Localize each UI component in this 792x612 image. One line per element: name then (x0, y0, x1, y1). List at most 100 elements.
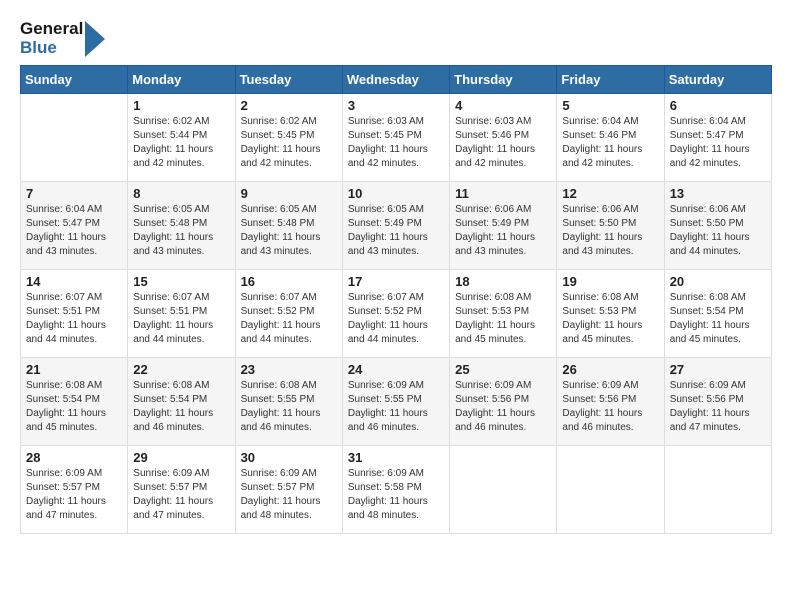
day-number: 20 (670, 274, 766, 289)
day-number: 18 (455, 274, 551, 289)
calendar-cell: 2 Sunrise: 6:02 AMSunset: 5:45 PMDayligh… (235, 94, 342, 182)
day-number: 19 (562, 274, 658, 289)
day-number: 28 (26, 450, 122, 465)
day-number: 23 (241, 362, 337, 377)
calendar-cell (664, 446, 771, 534)
day-info: Sunrise: 6:05 AMSunset: 5:48 PMDaylight:… (133, 203, 229, 259)
day-info: Sunrise: 6:06 AMSunset: 5:49 PMDaylight:… (455, 203, 551, 259)
weekday-header-row: SundayMondayTuesdayWednesdayThursdayFrid… (21, 66, 772, 94)
day-info: Sunrise: 6:09 AMSunset: 5:57 PMDaylight:… (26, 467, 122, 523)
weekday-header-saturday: Saturday (664, 66, 771, 94)
week-row-4: 21 Sunrise: 6:08 AMSunset: 5:54 PMDaylig… (21, 358, 772, 446)
day-info: Sunrise: 6:08 AMSunset: 5:53 PMDaylight:… (562, 291, 658, 347)
day-info: Sunrise: 6:09 AMSunset: 5:57 PMDaylight:… (241, 467, 337, 523)
day-number: 10 (348, 186, 444, 201)
day-number: 31 (348, 450, 444, 465)
calendar-cell: 18 Sunrise: 6:08 AMSunset: 5:53 PMDaylig… (450, 270, 557, 358)
day-info: Sunrise: 6:07 AMSunset: 5:52 PMDaylight:… (348, 291, 444, 347)
day-info: Sunrise: 6:08 AMSunset: 5:53 PMDaylight:… (455, 291, 551, 347)
calendar-cell: 5 Sunrise: 6:04 AMSunset: 5:46 PMDayligh… (557, 94, 664, 182)
calendar-cell: 31 Sunrise: 6:09 AMSunset: 5:58 PMDaylig… (342, 446, 449, 534)
day-info: Sunrise: 6:09 AMSunset: 5:58 PMDaylight:… (348, 467, 444, 523)
day-info: Sunrise: 6:06 AMSunset: 5:50 PMDaylight:… (562, 203, 658, 259)
calendar-cell: 20 Sunrise: 6:08 AMSunset: 5:54 PMDaylig… (664, 270, 771, 358)
calendar-cell: 16 Sunrise: 6:07 AMSunset: 5:52 PMDaylig… (235, 270, 342, 358)
weekday-header-tuesday: Tuesday (235, 66, 342, 94)
day-info: Sunrise: 6:09 AMSunset: 5:55 PMDaylight:… (348, 379, 444, 435)
day-number: 7 (26, 186, 122, 201)
weekday-header-sunday: Sunday (21, 66, 128, 94)
weekday-header-thursday: Thursday (450, 66, 557, 94)
calendar-cell: 6 Sunrise: 6:04 AMSunset: 5:47 PMDayligh… (664, 94, 771, 182)
calendar-cell: 14 Sunrise: 6:07 AMSunset: 5:51 PMDaylig… (21, 270, 128, 358)
day-info: Sunrise: 6:04 AMSunset: 5:46 PMDaylight:… (562, 115, 658, 171)
day-info: Sunrise: 6:07 AMSunset: 5:51 PMDaylight:… (133, 291, 229, 347)
calendar-cell: 24 Sunrise: 6:09 AMSunset: 5:55 PMDaylig… (342, 358, 449, 446)
logo: General Blue (20, 20, 105, 57)
day-info: Sunrise: 6:04 AMSunset: 5:47 PMDaylight:… (26, 203, 122, 259)
day-info: Sunrise: 6:06 AMSunset: 5:50 PMDaylight:… (670, 203, 766, 259)
calendar-cell: 17 Sunrise: 6:07 AMSunset: 5:52 PMDaylig… (342, 270, 449, 358)
day-number: 21 (26, 362, 122, 377)
day-info: Sunrise: 6:09 AMSunset: 5:56 PMDaylight:… (455, 379, 551, 435)
day-number: 9 (241, 186, 337, 201)
day-info: Sunrise: 6:09 AMSunset: 5:57 PMDaylight:… (133, 467, 229, 523)
day-number: 26 (562, 362, 658, 377)
day-number: 5 (562, 98, 658, 113)
calendar-cell: 29 Sunrise: 6:09 AMSunset: 5:57 PMDaylig… (128, 446, 235, 534)
day-number: 27 (670, 362, 766, 377)
day-info: Sunrise: 6:07 AMSunset: 5:52 PMDaylight:… (241, 291, 337, 347)
weekday-header-monday: Monday (128, 66, 235, 94)
day-number: 15 (133, 274, 229, 289)
day-info: Sunrise: 6:08 AMSunset: 5:54 PMDaylight:… (26, 379, 122, 435)
day-number: 24 (348, 362, 444, 377)
day-info: Sunrise: 6:07 AMSunset: 5:51 PMDaylight:… (26, 291, 122, 347)
day-info: Sunrise: 6:02 AMSunset: 5:44 PMDaylight:… (133, 115, 229, 171)
calendar-cell: 7 Sunrise: 6:04 AMSunset: 5:47 PMDayligh… (21, 182, 128, 270)
day-number: 4 (455, 98, 551, 113)
day-number: 12 (562, 186, 658, 201)
day-number: 2 (241, 98, 337, 113)
day-info: Sunrise: 6:05 AMSunset: 5:49 PMDaylight:… (348, 203, 444, 259)
calendar-cell: 19 Sunrise: 6:08 AMSunset: 5:53 PMDaylig… (557, 270, 664, 358)
day-info: Sunrise: 6:03 AMSunset: 5:45 PMDaylight:… (348, 115, 444, 171)
calendar-cell (557, 446, 664, 534)
calendar-cell: 26 Sunrise: 6:09 AMSunset: 5:56 PMDaylig… (557, 358, 664, 446)
calendar-cell: 10 Sunrise: 6:05 AMSunset: 5:49 PMDaylig… (342, 182, 449, 270)
day-info: Sunrise: 6:03 AMSunset: 5:46 PMDaylight:… (455, 115, 551, 171)
calendar-cell: 3 Sunrise: 6:03 AMSunset: 5:45 PMDayligh… (342, 94, 449, 182)
weekday-header-friday: Friday (557, 66, 664, 94)
day-number: 14 (26, 274, 122, 289)
calendar-cell: 4 Sunrise: 6:03 AMSunset: 5:46 PMDayligh… (450, 94, 557, 182)
calendar-cell: 8 Sunrise: 6:05 AMSunset: 5:48 PMDayligh… (128, 182, 235, 270)
day-info: Sunrise: 6:08 AMSunset: 5:54 PMDaylight:… (133, 379, 229, 435)
calendar-cell: 1 Sunrise: 6:02 AMSunset: 5:44 PMDayligh… (128, 94, 235, 182)
day-number: 8 (133, 186, 229, 201)
day-number: 16 (241, 274, 337, 289)
week-row-5: 28 Sunrise: 6:09 AMSunset: 5:57 PMDaylig… (21, 446, 772, 534)
day-number: 13 (670, 186, 766, 201)
day-number: 11 (455, 186, 551, 201)
week-row-3: 14 Sunrise: 6:07 AMSunset: 5:51 PMDaylig… (21, 270, 772, 358)
calendar-cell (450, 446, 557, 534)
calendar-table: SundayMondayTuesdayWednesdayThursdayFrid… (20, 65, 772, 534)
day-info: Sunrise: 6:04 AMSunset: 5:47 PMDaylight:… (670, 115, 766, 171)
week-row-2: 7 Sunrise: 6:04 AMSunset: 5:47 PMDayligh… (21, 182, 772, 270)
calendar-cell: 30 Sunrise: 6:09 AMSunset: 5:57 PMDaylig… (235, 446, 342, 534)
calendar-cell: 21 Sunrise: 6:08 AMSunset: 5:54 PMDaylig… (21, 358, 128, 446)
day-info: Sunrise: 6:02 AMSunset: 5:45 PMDaylight:… (241, 115, 337, 171)
day-number: 29 (133, 450, 229, 465)
day-number: 6 (670, 98, 766, 113)
calendar-cell: 22 Sunrise: 6:08 AMSunset: 5:54 PMDaylig… (128, 358, 235, 446)
calendar-cell: 13 Sunrise: 6:06 AMSunset: 5:50 PMDaylig… (664, 182, 771, 270)
weekday-header-wednesday: Wednesday (342, 66, 449, 94)
calendar-cell: 15 Sunrise: 6:07 AMSunset: 5:51 PMDaylig… (128, 270, 235, 358)
calendar-cell: 9 Sunrise: 6:05 AMSunset: 5:48 PMDayligh… (235, 182, 342, 270)
day-number: 1 (133, 98, 229, 113)
day-info: Sunrise: 6:05 AMSunset: 5:48 PMDaylight:… (241, 203, 337, 259)
calendar-cell: 25 Sunrise: 6:09 AMSunset: 5:56 PMDaylig… (450, 358, 557, 446)
day-info: Sunrise: 6:09 AMSunset: 5:56 PMDaylight:… (670, 379, 766, 435)
calendar-cell: 28 Sunrise: 6:09 AMSunset: 5:57 PMDaylig… (21, 446, 128, 534)
week-row-1: 1 Sunrise: 6:02 AMSunset: 5:44 PMDayligh… (21, 94, 772, 182)
calendar-cell: 12 Sunrise: 6:06 AMSunset: 5:50 PMDaylig… (557, 182, 664, 270)
